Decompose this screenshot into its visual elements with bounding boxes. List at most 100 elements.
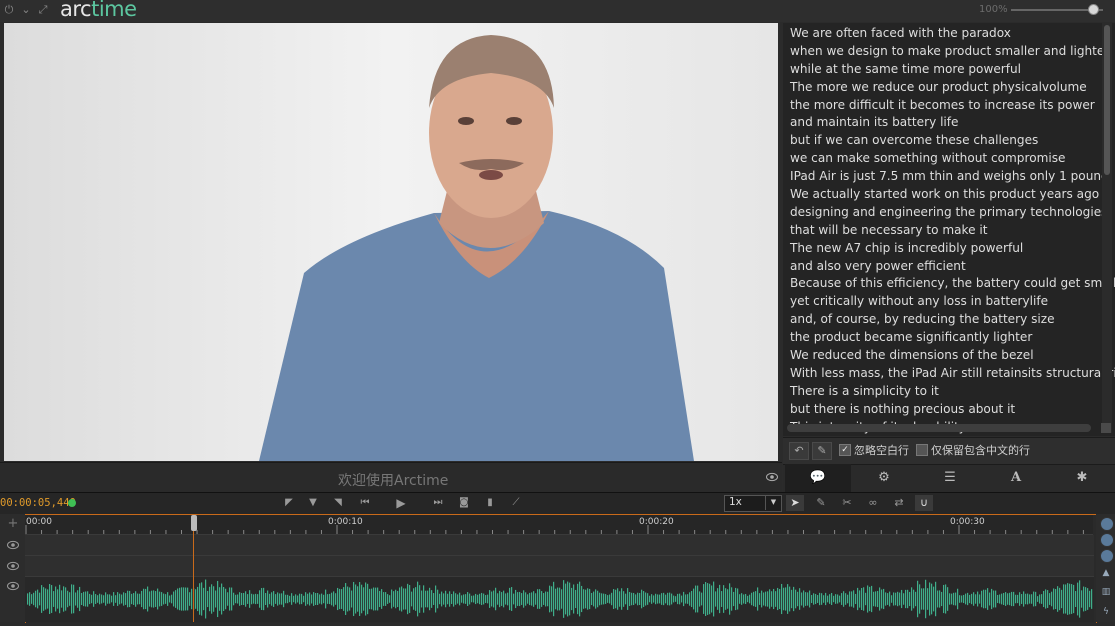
play-icon: ▶ — [396, 496, 406, 510]
tab-list[interactable]: ☰ — [917, 464, 983, 492]
subtitle-line[interactable]: We are often faced with the paradox — [790, 25, 1110, 43]
subtitle-line[interactable]: We reduced the dimensions of the bezel — [790, 347, 1110, 365]
playhead-line[interactable] — [193, 515, 194, 622]
playback-speed-value: 1x — [729, 496, 742, 508]
mark-down-button[interactable]: ▼ — [305, 495, 321, 511]
app-logo: arctime — [60, 0, 137, 21]
tab-debug[interactable]: ✱ — [1049, 464, 1115, 492]
subtitle-list: We are often faced with the paradox when … — [790, 25, 1115, 436]
bookmark-icon: ▮ — [487, 497, 493, 508]
edit-button[interactable]: ✎ — [812, 442, 832, 460]
list-icon: ☰ — [944, 470, 956, 485]
subtitle-line[interactable]: we can make something without compromise — [790, 150, 1110, 168]
bookmark-button[interactable]: ▮ — [482, 495, 498, 511]
link-tool[interactable]: ∞ — [864, 495, 882, 511]
eye-icon[interactable] — [7, 581, 19, 591]
subtitle-line[interactable]: designing and engineering the primary te… — [790, 204, 1110, 222]
magic-wand-icon: ⟋ — [512, 497, 520, 508]
subtitle-text-panel[interactable]: We are often faced with the paradox when … — [783, 23, 1115, 436]
subtitle-line[interactable]: the more difficult it becomes to increas… — [790, 97, 1110, 115]
subtitle-horizontal-scrollbar[interactable] — [787, 424, 1091, 432]
subtitle-line[interactable]: but there is nothing precious about it — [790, 401, 1110, 419]
waveform-icon[interactable]: ▲ — [1100, 567, 1112, 579]
swap-icon: ⇄ — [894, 496, 904, 509]
subtitle-line[interactable]: The more we reduce our product physicalv… — [790, 79, 1110, 97]
keep-chinese-label: 仅保留包含中文的行 — [931, 444, 1030, 457]
chevron-down-icon[interactable]: ▼ — [765, 495, 781, 510]
subtitle-line[interactable]: We actually started work on this product… — [790, 186, 1110, 204]
link-icon: ∞ — [868, 496, 878, 509]
zoom-slider-handle[interactable] — [1088, 4, 1099, 15]
lightning-icon[interactable]: ϟ — [1100, 606, 1112, 618]
undo-button[interactable]: ↶ — [789, 442, 809, 460]
audio-waveform-track[interactable] — [25, 577, 1094, 622]
subtitle-line[interactable]: that will be necessary to make it — [790, 222, 1110, 240]
transport-toolbar — [0, 492, 1115, 515]
subtitle-line[interactable]: and maintain its battery life — [790, 114, 1110, 132]
playhead-handle[interactable] — [191, 515, 197, 531]
welcome-text: 欢迎使用Arctime — [338, 473, 449, 489]
timeline-ruler[interactable] — [25, 515, 1093, 535]
mark-in-button[interactable]: ◤ — [281, 495, 297, 511]
cut-tool[interactable]: ✂ — [838, 495, 856, 511]
mark-out-button[interactable]: ◥ — [330, 495, 346, 511]
camera-icon: ◙ — [459, 497, 469, 508]
zoom-in-timeline-button[interactable] — [1100, 517, 1114, 531]
subtitle-line[interactable]: but if we can overcome these challenges — [790, 132, 1110, 150]
magic-wand-button[interactable]: ⟋ — [508, 495, 524, 511]
zoom-out-timeline-button[interactable] — [1100, 533, 1114, 547]
scissors-icon: ✂ — [842, 496, 852, 509]
ignore-blank-checkbox[interactable]: ✓ — [839, 444, 851, 456]
play-button[interactable]: ▶ — [393, 495, 409, 511]
subtitle-line[interactable]: yet critically without any loss in batte… — [790, 293, 1110, 311]
subtitle-scroll-thumb[interactable] — [1104, 25, 1110, 175]
edit-tool[interactable]: ✎ — [812, 495, 830, 511]
expand-icon[interactable]: ⤢ — [37, 3, 49, 17]
speech-bubble-icon: 💬 — [809, 470, 827, 485]
subtitle-line[interactable]: Because of this efficiency, the battery … — [790, 275, 1115, 293]
select-tool[interactable]: ➤ — [786, 495, 804, 511]
ruler-label: 0:00:20 — [639, 517, 674, 527]
status-dot — [68, 499, 76, 507]
next-button[interactable]: ⏭ — [430, 495, 446, 511]
ruler-label: 0:00:10 — [328, 517, 363, 527]
tab-settings[interactable]: ⚙ — [851, 464, 917, 492]
tab-subtitles[interactable]: 💬 — [785, 464, 851, 492]
video-frame — [259, 35, 694, 461]
add-track-icon[interactable]: + — [7, 517, 19, 531]
subtitle-line[interactable]: IPad Air is just 7.5 mm thin and weighs … — [790, 168, 1110, 186]
font-icon: A — [1010, 470, 1022, 485]
subtitle-line[interactable]: The new A7 chip is incredibly powerful — [790, 240, 1110, 258]
eye-icon[interactable] — [7, 540, 19, 550]
zoom-label: 100% — [979, 4, 1008, 15]
eye-icon[interactable] — [766, 472, 778, 482]
subtitle-track-1[interactable] — [25, 535, 1094, 556]
magnet-tool[interactable]: ∪ — [915, 495, 933, 511]
tab-font[interactable]: A — [983, 464, 1049, 492]
ruler-label: 0:00:30 — [950, 517, 985, 527]
swap-tool[interactable]: ⇄ — [890, 495, 908, 511]
eye-icon[interactable] — [7, 561, 19, 571]
bar-chart-icon[interactable]: ▥ — [1100, 586, 1112, 598]
chevron-down-icon[interactable]: ⌄ — [20, 3, 32, 17]
previous-button[interactable]: ⏮ — [357, 495, 373, 511]
subtitle-track-2[interactable] — [25, 556, 1094, 577]
gear-icon: ⚙ — [878, 470, 890, 485]
subtitle-line[interactable]: and, of course, by reducing the battery … — [790, 311, 1110, 329]
logo-prefix: arc — [60, 0, 92, 21]
skip-back-icon: ⏮ — [360, 497, 370, 508]
audio-waveform — [27, 579, 1093, 619]
subtitle-line[interactable]: With less mass, the iPad Air still retai… — [790, 365, 1115, 383]
subtitle-line[interactable]: while at the same time more powerful — [790, 61, 1110, 79]
subtitle-line[interactable]: when we design to make product smaller a… — [790, 43, 1110, 61]
fit-timeline-button[interactable] — [1100, 549, 1114, 563]
pointer-icon: ➤ — [790, 496, 800, 509]
subtitle-line[interactable]: and also very power efficient — [790, 258, 1110, 276]
subtitle-line[interactable]: the product became significantly lighter — [790, 329, 1110, 347]
keep-chinese-checkbox[interactable] — [916, 444, 928, 456]
video-preview[interactable] — [4, 23, 778, 461]
snapshot-button[interactable]: ◙ — [456, 495, 472, 511]
subtitle-line[interactable]: There is a simplicity to it — [790, 383, 1110, 401]
top-bar — [0, 0, 1115, 22]
power-icon[interactable]: ⏻ — [3, 3, 15, 17]
